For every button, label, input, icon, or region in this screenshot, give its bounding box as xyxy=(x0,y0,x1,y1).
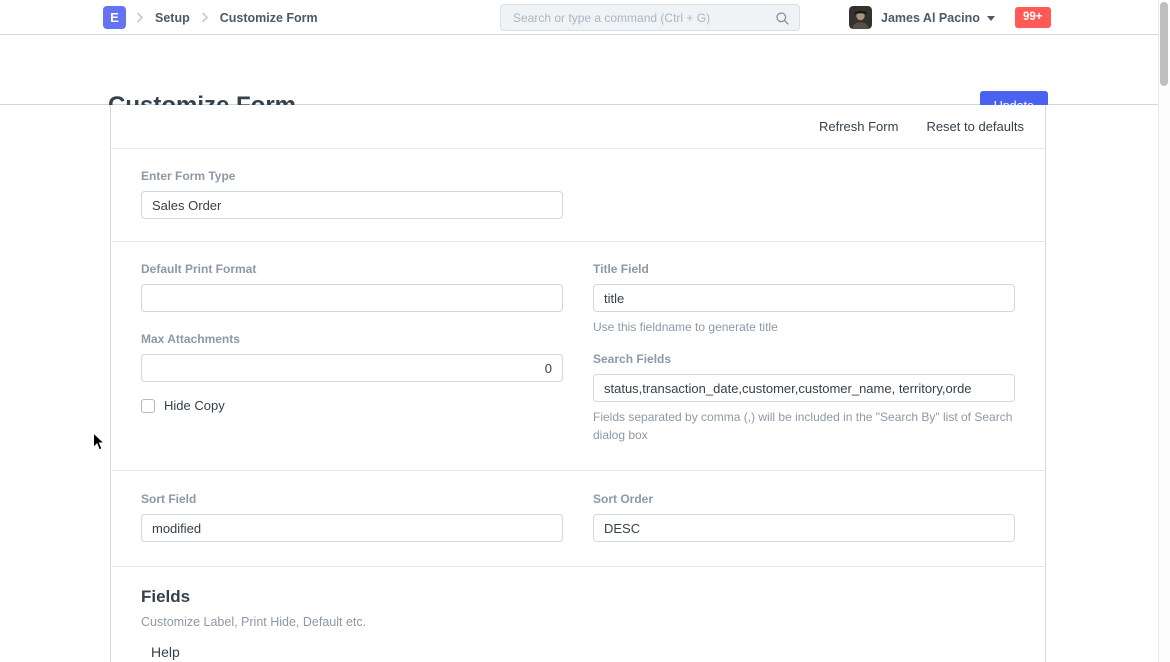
properties-right-column: Title Field Use this fieldname to genera… xyxy=(593,262,1015,444)
properties-left-column: Default Print Format Max Attachments Hid… xyxy=(141,262,563,444)
refresh-form-link[interactable]: Refresh Form xyxy=(819,119,898,134)
notifications-badge[interactable]: 99+ xyxy=(1015,7,1051,28)
search-fields-input[interactable] xyxy=(593,374,1015,402)
form-card: Refresh Form Reset to defaults Enter For… xyxy=(110,105,1046,662)
breadcrumb-setup[interactable]: Setup xyxy=(155,11,190,25)
section-form-type: Enter Form Type xyxy=(111,149,1045,242)
page-scrollbar xyxy=(1158,0,1170,662)
enter-form-type-label: Enter Form Type xyxy=(141,169,1015,183)
title-field-label: Title Field xyxy=(593,262,1015,276)
app-logo[interactable]: E xyxy=(103,6,126,29)
sort-order-field: Sort Order xyxy=(593,492,1015,542)
hide-copy-label: Hide Copy xyxy=(164,398,225,413)
search-fields-help: Fields separated by comma (,) will be in… xyxy=(593,409,1015,444)
sort-field-field: Sort Field xyxy=(141,492,563,542)
chevron-right-icon xyxy=(201,12,209,23)
reset-to-defaults-link[interactable]: Reset to defaults xyxy=(926,119,1024,134)
max-attachments-label: Max Attachments xyxy=(141,332,563,346)
user-menu[interactable]: James Al Pacino xyxy=(881,0,995,35)
search-icon xyxy=(775,11,790,31)
section-properties: Default Print Format Max Attachments Hid… xyxy=(111,242,1045,471)
global-search-input[interactable] xyxy=(501,5,799,30)
default-print-format-label: Default Print Format xyxy=(141,262,563,276)
user-avatar[interactable] xyxy=(849,6,872,29)
chevron-down-icon xyxy=(987,16,995,21)
title-field-help: Use this fieldname to generate title xyxy=(593,319,1015,336)
global-search xyxy=(500,4,800,31)
default-print-format-field: Default Print Format xyxy=(141,262,563,312)
form-actions-row: Refresh Form Reset to defaults xyxy=(111,105,1045,149)
page-body: Refresh Form Reset to defaults Enter For… xyxy=(0,105,1170,662)
sort-order-label: Sort Order xyxy=(593,492,1015,506)
breadcrumb: Setup Customize Form xyxy=(136,0,318,35)
hide-copy-checkbox[interactable] xyxy=(141,399,155,413)
breadcrumb-customize-form[interactable]: Customize Form xyxy=(220,11,318,25)
default-print-format-input[interactable] xyxy=(141,284,563,312)
section-sort: Sort Field Sort Order xyxy=(111,471,1045,567)
sort-field-label: Sort Field xyxy=(141,492,563,506)
section-fields: Fields Customize Label, Print Hide, Defa… xyxy=(111,567,1045,662)
enter-form-type-input[interactable] xyxy=(141,191,563,219)
title-field-field: Title Field Use this fieldname to genera… xyxy=(593,262,1015,336)
search-fields-label: Search Fields xyxy=(593,352,1015,366)
fields-section-subtitle: Customize Label, Print Hide, Default etc… xyxy=(141,615,1015,629)
title-field-input[interactable] xyxy=(593,284,1015,312)
max-attachments-input[interactable] xyxy=(141,354,563,382)
sort-order-input[interactable] xyxy=(593,514,1015,542)
fields-help-toggle[interactable]: Help xyxy=(151,644,1015,660)
app-logo-letter: E xyxy=(110,10,119,25)
chevron-right-icon xyxy=(136,12,144,23)
sort-field-input[interactable] xyxy=(141,514,563,542)
max-attachments-field: Max Attachments xyxy=(141,332,563,382)
search-fields-field: Search Fields Fields separated by comma … xyxy=(593,352,1015,444)
page-head: Customize Form Update xyxy=(0,35,1170,105)
fields-section-title: Fields xyxy=(141,587,1015,607)
customize-form-screen: E Setup Customize Form xyxy=(0,0,1170,662)
navbar: E Setup Customize Form xyxy=(0,0,1170,35)
hide-copy-field: Hide Copy xyxy=(141,398,563,413)
user-name-label: James Al Pacino xyxy=(881,11,980,25)
scrollbar-thumb[interactable] xyxy=(1160,2,1168,86)
